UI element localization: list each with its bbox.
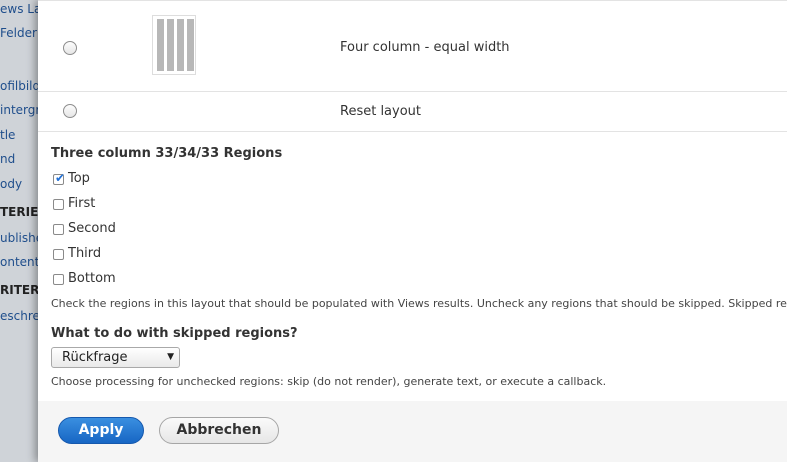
region-label: Bottom: [68, 271, 116, 286]
region-checkbox[interactable]: ✔: [53, 171, 66, 185]
dialog-footer: Apply Abbrechen: [38, 401, 787, 462]
region-label: Second: [68, 221, 116, 236]
bg-sidebar-item: intergru: [0, 103, 38, 117]
region-label: First: [68, 196, 96, 211]
layout-option-row[interactable]: Reset layout: [38, 91, 787, 132]
layout-option-label: Reset layout: [340, 104, 422, 119]
cancel-button[interactable]: Abbrechen: [159, 417, 279, 444]
background-sidebar: ews La Felder ofilbild intergru tle nd o…: [0, 0, 38, 462]
bg-sidebar-item: ews La: [0, 2, 38, 16]
layout-radio[interactable]: [63, 41, 77, 55]
bg-sidebar-heading: TERIEN: [0, 205, 38, 219]
skipped-regions-description: Choose processing for unchecked regions:…: [51, 375, 607, 388]
regions-fieldset-title: Three column 33/34/33 Regions: [51, 146, 283, 161]
four-column-layout-thumbnail-icon: [152, 15, 196, 75]
select-value: Rückfrage: [62, 350, 128, 365]
check-icon: ✔: [55, 171, 66, 185]
layout-option-label: Four column - equal width: [340, 40, 510, 55]
apply-button[interactable]: Apply: [58, 417, 144, 444]
skipped-regions-select[interactable]: Rückfrage ▼: [51, 347, 180, 368]
layout-radio[interactable]: [63, 104, 77, 118]
bg-sidebar-item: ontent: [0, 255, 38, 269]
region-checkbox[interactable]: [53, 274, 64, 285]
bg-sidebar-item: ublished: [0, 231, 38, 245]
dropdown-arrow-icon: ▼: [167, 352, 174, 362]
layout-dialog: Four column - equal width Reset layout T…: [38, 0, 787, 462]
bg-sidebar-item: Felder: [0, 26, 37, 40]
bg-sidebar-item: tle: [0, 128, 16, 142]
region-checkbox[interactable]: [53, 224, 64, 235]
layout-option-row[interactable]: Four column - equal width: [38, 0, 787, 92]
region-label: Top: [68, 171, 90, 186]
bg-sidebar-heading: RITERI: [0, 283, 38, 297]
bg-sidebar-item: eschreib: [0, 309, 38, 323]
bg-sidebar-item: ody: [0, 177, 23, 191]
bg-sidebar-item: ofilbild: [0, 79, 38, 93]
bg-sidebar-item: nd: [0, 152, 16, 166]
region-checkbox[interactable]: [53, 199, 64, 210]
region-label: Third: [68, 246, 102, 261]
regions-description: Check the regions in this layout that sh…: [51, 297, 787, 310]
region-checkbox[interactable]: [53, 249, 64, 260]
skipped-regions-title: What to do with skipped regions?: [51, 326, 298, 341]
